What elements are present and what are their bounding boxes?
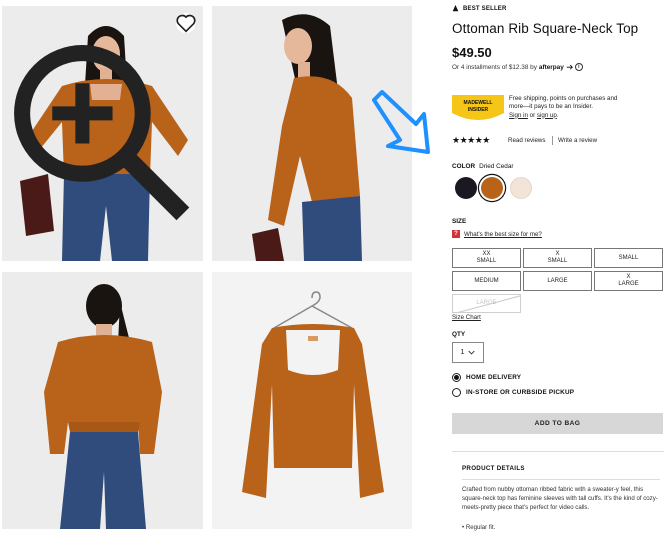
badge-line1: MADEWELL bbox=[464, 100, 493, 106]
qty-label: QTY bbox=[452, 331, 466, 338]
flame-icon bbox=[452, 5, 459, 12]
write-review-link[interactable]: Write a review bbox=[558, 137, 597, 144]
add-to-bag-button[interactable]: ADD TO BAG bbox=[452, 413, 663, 434]
review-divider bbox=[552, 136, 553, 145]
best-seller-label: BEST SELLER bbox=[463, 5, 507, 12]
best-seller-badge: BEST SELLER bbox=[452, 5, 507, 12]
insider-promo: Free shipping, points on purchases and m… bbox=[509, 95, 633, 120]
radio-pickup[interactable] bbox=[452, 388, 461, 397]
quantity-select[interactable]: 1 bbox=[452, 342, 484, 363]
size-small[interactable]: SMALL bbox=[594, 248, 663, 268]
badge-line2: INSIDER bbox=[468, 107, 489, 113]
model-back-illustration bbox=[2, 272, 203, 529]
color-heading: COLOR bbox=[452, 163, 476, 170]
size-medium[interactable]: MEDIUM bbox=[452, 271, 521, 291]
installments-note: Or 4 installments of $12.38 by afterpay … bbox=[452, 63, 583, 71]
home-delivery-option[interactable]: HOME DELIVERY bbox=[452, 373, 521, 382]
period-text: . bbox=[556, 111, 559, 119]
product-details-heading[interactable]: PRODUCT DETAILS bbox=[462, 465, 525, 472]
size-xx-small[interactable]: XX SMALL bbox=[452, 248, 521, 268]
swatch-black[interactable] bbox=[455, 177, 477, 199]
size-help[interactable]: ? What's the best size for me? bbox=[452, 230, 542, 238]
or-text: or bbox=[529, 111, 536, 119]
size-x-small[interactable]: X SMALL bbox=[523, 248, 592, 268]
radio-home-delivery[interactable] bbox=[452, 373, 461, 382]
product-title: Ottoman Rib Square-Neck Top bbox=[452, 21, 639, 36]
insider-promo-text: Free shipping, points on purchases and m… bbox=[509, 95, 618, 111]
stars-icon: ★★★★★ bbox=[452, 135, 490, 145]
size-label: SIZE bbox=[452, 218, 467, 225]
product-photo-flat[interactable] bbox=[212, 272, 412, 529]
installments-text: Or 4 installments of $12.38 by bbox=[452, 63, 537, 71]
chevron-down-icon bbox=[468, 350, 476, 355]
size-large[interactable]: LARGE bbox=[523, 271, 592, 291]
madewell-insider-badge: MADEWELL INSIDER bbox=[452, 95, 504, 120]
question-icon: ? bbox=[452, 230, 460, 238]
hanger-top-illustration bbox=[212, 272, 412, 529]
details-divider bbox=[462, 479, 660, 480]
product-details-bullet: • Regular fit. bbox=[462, 524, 496, 531]
callout-arrow-icon bbox=[372, 90, 430, 154]
product-photo-back[interactable] bbox=[2, 272, 203, 529]
qty-value: 1 bbox=[460, 349, 465, 356]
read-reviews-link[interactable]: Read reviews bbox=[508, 137, 546, 144]
star-rating[interactable]: ★★★★★ bbox=[452, 135, 490, 146]
home-delivery-label: HOME DELIVERY bbox=[466, 374, 522, 381]
color-label: COLOR Dried Cedar bbox=[452, 163, 514, 170]
sign-in-link[interactable]: Sign in bbox=[509, 112, 528, 119]
afterpay-logo: afterpay bbox=[538, 63, 564, 71]
swatch-dried-cedar[interactable] bbox=[481, 177, 503, 199]
size-unavailable: LARGE bbox=[452, 294, 521, 313]
color-selected: Dried Cedar bbox=[479, 163, 514, 170]
afterpay-arrows-icon bbox=[566, 64, 573, 70]
product-price: $49.50 bbox=[452, 45, 492, 60]
zoom-in-icon[interactable] bbox=[2, 6, 203, 261]
pickup-label: IN-STORE OR CURBSIDE PICKUP bbox=[466, 389, 575, 396]
product-photo-front[interactable] bbox=[2, 6, 203, 261]
product-details-section: PRODUCT DETAILS Crafted from nubby ottom… bbox=[452, 451, 664, 533]
sign-up-link[interactable]: sign up bbox=[537, 112, 557, 119]
size-chart-link[interactable]: Size Chart bbox=[452, 314, 481, 321]
swatch-cream[interactable] bbox=[510, 177, 532, 199]
product-details-text: Crafted from nubby ottoman ribbed fabric… bbox=[462, 486, 658, 512]
size-help-link[interactable]: What's the best size for me? bbox=[464, 231, 542, 238]
info-icon[interactable]: i bbox=[574, 63, 583, 71]
size-x-large[interactable]: X LARGE bbox=[594, 271, 663, 291]
pickup-option[interactable]: IN-STORE OR CURBSIDE PICKUP bbox=[452, 388, 574, 397]
